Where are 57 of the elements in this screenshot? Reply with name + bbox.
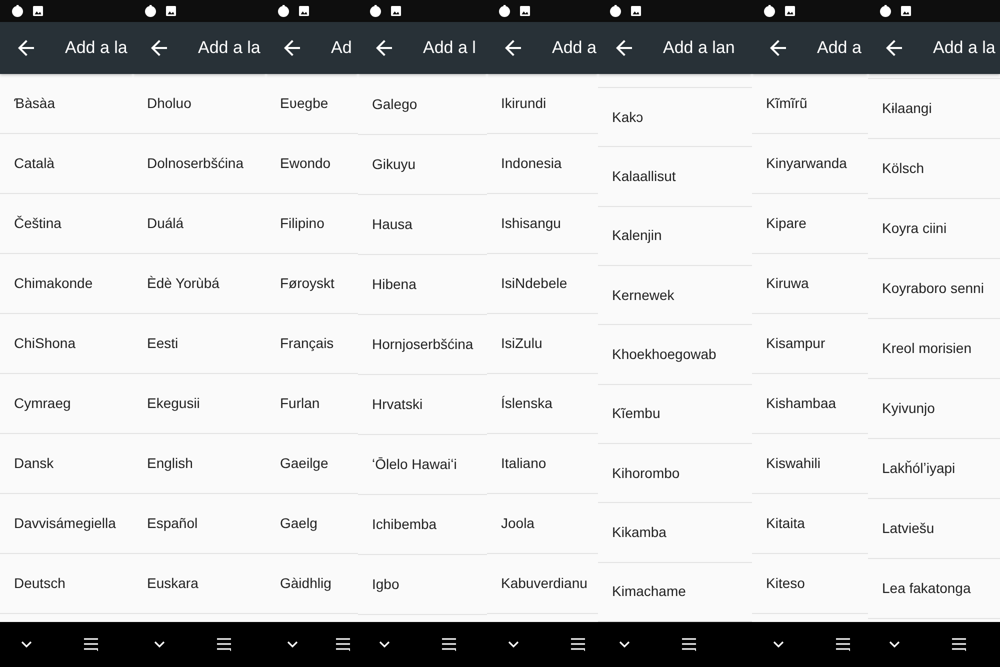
image-icon [785,6,795,16]
chevron-down-icon[interactable] [508,641,519,648]
language-item[interactable]: Kreol morisien [868,319,1000,379]
language-item[interactable]: Kölsch [868,139,1000,199]
screen-title: Add a la [933,37,996,60]
menu-icon[interactable] [682,638,696,651]
image-icon [166,6,176,16]
language-item[interactable]: Latviešu [868,499,1000,559]
back-arrow-icon[interactable] [505,40,521,56]
screen-title: Add a la [198,37,260,60]
image-icon [299,6,309,16]
screen-title: Add a lan [663,37,735,60]
screen-title: Add a l [423,37,476,60]
image-icon [631,6,641,16]
back-arrow-icon[interactable] [376,40,392,56]
language-item[interactable]: Koyraboro senni [868,259,1000,319]
menu-icon[interactable] [952,638,966,651]
dot-icon [12,5,23,17]
image-icon [33,6,43,16]
screen-title: Add a [552,37,596,60]
menu-icon[interactable] [836,638,850,651]
screen-title: Ad [331,37,352,60]
back-arrow-icon[interactable] [886,40,902,56]
menu-icon[interactable] [442,638,456,651]
back-arrow-icon[interactable] [770,40,786,56]
back-arrow-icon[interactable] [18,40,34,56]
image-icon [520,6,530,16]
menu-icon[interactable] [336,638,350,651]
language-item[interactable]: Koyra ciini [868,199,1000,259]
menu-icon[interactable] [84,638,98,651]
chevron-down-icon[interactable] [619,641,630,648]
dot-icon [278,5,289,17]
menu-icon[interactable] [571,638,585,651]
back-arrow-icon[interactable] [284,40,300,56]
chevron-down-icon[interactable] [154,641,165,648]
dot-icon [610,5,621,17]
language-item[interactable]: Kɨlaangi [868,79,1000,139]
chevron-down-icon[interactable] [379,641,390,648]
chevron-down-icon[interactable] [21,641,32,648]
menu-icon[interactable] [217,638,231,651]
language-item[interactable]: Lea fakatonga [868,559,1000,619]
dot-icon [370,5,381,17]
back-arrow-icon[interactable] [151,40,167,56]
image-icon [901,6,911,16]
language-item[interactable]: Kyivunjo [868,379,1000,439]
language-item[interactable]: Lakȟólʼiyapi [868,439,1000,499]
back-arrow-icon[interactable] [616,40,632,56]
image-icon [391,6,401,16]
screen-title: Add a la [65,37,128,60]
dot-icon [880,5,891,17]
screen-title: Add a [817,37,862,60]
chevron-down-icon[interactable] [773,641,784,648]
chevron-down-icon[interactable] [287,641,298,648]
dot-icon [764,5,775,17]
chevron-down-icon[interactable] [889,641,900,648]
dot-icon [145,5,156,17]
dot-icon [499,5,510,17]
